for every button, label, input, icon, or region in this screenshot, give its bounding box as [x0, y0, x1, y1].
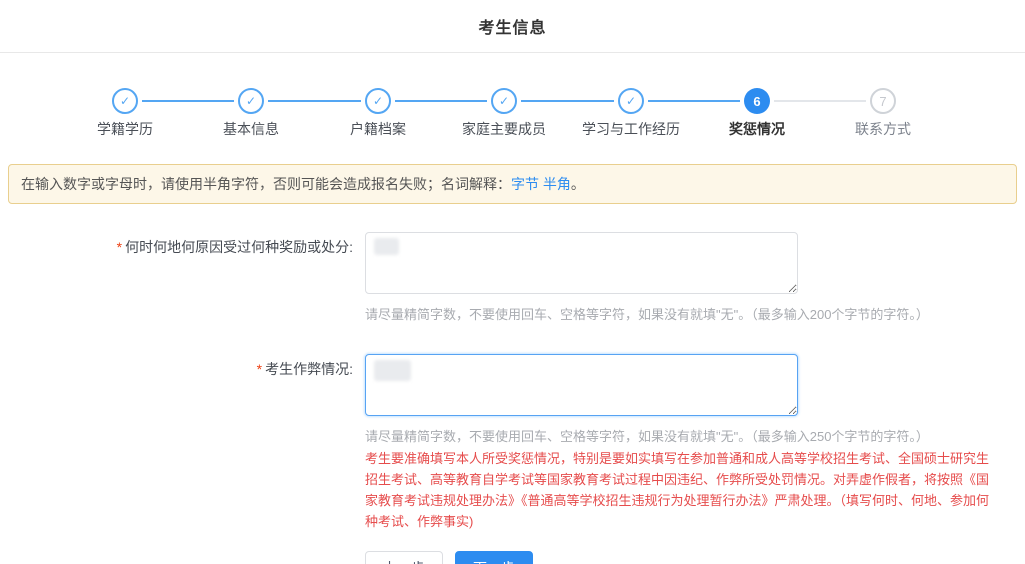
check-circle-icon: ✓ — [112, 88, 138, 114]
step-connector — [774, 100, 866, 102]
step-label: 奖惩情况 — [729, 119, 785, 139]
halfwidth-definition-link[interactable]: 半角 — [543, 176, 571, 192]
check-circle-icon: ✓ — [618, 88, 644, 114]
required-asterisk: * — [117, 239, 122, 255]
step-family-members: ✓ 家庭主要成员 — [462, 88, 546, 139]
halfwidth-notice-banner: 在输入数字或字母时，请使用半角字符，否则可能会造成报名失败；名词解释：字节 半角… — [8, 164, 1017, 204]
step-basic-info: ✓ 基本信息 — [223, 88, 279, 139]
page-title: 考生信息 — [478, 14, 546, 38]
rewards-punishments-label: *何时何地何原因受过何种奖励或处分: — [0, 232, 353, 257]
required-asterisk: * — [257, 361, 262, 377]
candidate-info-form: *何时何地何原因受过何种奖励或处分: 请尽量精简字数，不要使用回车、空格等字符，… — [0, 232, 1025, 564]
step-rewards-punishments-current: 6 奖惩情况 — [729, 88, 785, 139]
step-label: 基本信息 — [223, 119, 279, 139]
page-header: 考生信息 — [0, 0, 1025, 53]
step-household-archive: ✓ 户籍档案 — [350, 88, 406, 139]
step-label: 学籍学历 — [97, 119, 153, 139]
step-connector — [142, 100, 234, 102]
rewards-punishments-textarea[interactable] — [365, 232, 798, 294]
step-contact-info: 7 联系方式 — [855, 88, 911, 139]
rewards-punishments-help: 请尽量精简字数，不要使用回车、空格等字符，如果没有就填"无"。（最多输入200个… — [365, 304, 1005, 323]
cheating-record-row: *考生作弊情况: 请尽量精简字数，不要使用回车、空格等字符，如果没有就填"无"。… — [0, 354, 1025, 532]
next-step-button[interactable]: 下一步 — [455, 551, 533, 564]
upcoming-step-number: 7 — [870, 88, 896, 114]
step-label: 家庭主要成员 — [462, 119, 546, 139]
step-label: 学习与工作经历 — [582, 119, 680, 139]
cheating-record-warning: 考生要准确填写本人所受奖惩情况，特别是要如实填写在参加普通和成人高等学校招生考试… — [365, 448, 993, 532]
rewards-punishments-row: *何时何地何原因受过何种奖励或处分: 请尽量精简字数，不要使用回车、空格等字符，… — [0, 232, 1025, 323]
form-navigation: 上一步 下一步 — [365, 551, 1025, 564]
byte-definition-link[interactable]: 字节 — [511, 176, 539, 192]
notice-suffix: 。 — [571, 176, 585, 192]
check-circle-icon: ✓ — [365, 88, 391, 114]
step-label: 联系方式 — [855, 119, 911, 139]
check-circle-icon: ✓ — [238, 88, 264, 114]
cheating-record-textarea[interactable] — [365, 354, 798, 416]
step-school-record: ✓ 学籍学历 — [97, 88, 153, 139]
notice-text: 在输入数字或字母时，请使用半角字符，否则可能会造成报名失败；名词解释： — [21, 176, 511, 192]
cheating-record-help: 请尽量精简字数，不要使用回车、空格等字符，如果没有就填"无"。（最多输入250个… — [365, 426, 1005, 445]
cheating-record-label: *考生作弊情况: — [0, 354, 353, 379]
step-label: 户籍档案 — [350, 119, 406, 139]
step-study-work-history: ✓ 学习与工作经历 — [582, 88, 680, 139]
step-connector — [268, 100, 361, 102]
wizard-stepper: ✓ 学籍学历 ✓ 基本信息 ✓ 户籍档案 ✓ 家庭主要成员 ✓ 学习与工作经历 … — [0, 88, 1025, 140]
current-step-number: 6 — [744, 88, 770, 114]
previous-step-button[interactable]: 上一步 — [365, 551, 443, 564]
check-circle-icon: ✓ — [491, 88, 517, 114]
